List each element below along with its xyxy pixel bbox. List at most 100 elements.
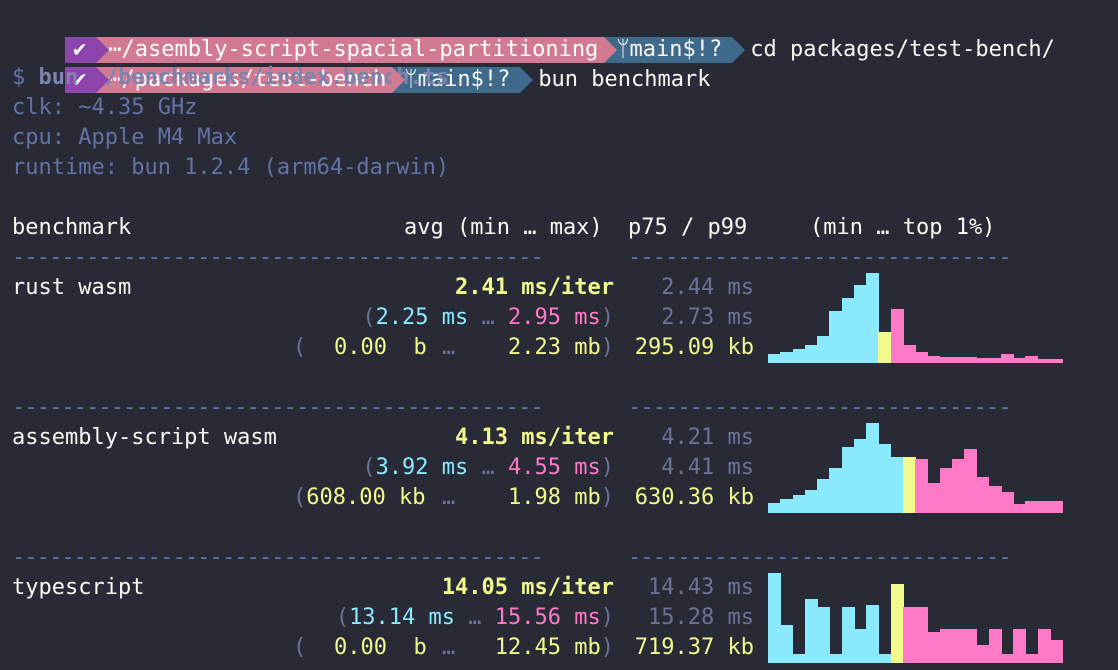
histogram-bar: [927, 483, 941, 513]
histogram-bar: [792, 654, 806, 663]
benchmark-name: rust wasm: [12, 275, 132, 300]
histogram-bar: [964, 629, 977, 663]
memory-max: 2.23 mb: [508, 335, 601, 360]
histogram-bar: [780, 352, 794, 363]
histogram-bar: [792, 495, 806, 513]
histogram-bar: [1049, 501, 1063, 513]
histogram-bar: [829, 468, 843, 513]
ellipsis: …: [442, 485, 456, 510]
histogram-bar: [902, 457, 916, 513]
header-distribution: (min … top 1%): [810, 215, 996, 240]
memory-min: 0.00 b: [334, 335, 427, 360]
histogram-bar: [804, 345, 818, 363]
histogram-bar: [976, 477, 990, 513]
histogram-bar: [866, 605, 879, 663]
min-max-range: (2.25 ms … 2.95 ms): [362, 305, 614, 330]
clock-info: clk: ~4.35 GHz: [12, 95, 198, 120]
histogram-bar: [1025, 501, 1039, 513]
histogram-bar: [1025, 654, 1039, 663]
runtime-info: runtime: bun 1.2.4 (arm64-darwin): [12, 155, 450, 180]
histogram-bar: [1037, 629, 1051, 663]
min-time: 3.92 ms: [375, 455, 469, 480]
histogram-bar: [878, 654, 892, 663]
histogram-bar: [988, 629, 1002, 663]
histogram-bar: [841, 298, 855, 363]
histogram: [768, 423, 1063, 513]
histogram-bar: [902, 345, 916, 363]
separator-left: ----------------------------------------…: [12, 545, 544, 570]
histogram-bar: [1025, 356, 1039, 363]
separator-right: -------------------------------: [628, 245, 1012, 270]
histogram-bar: [768, 503, 781, 513]
histogram-bar: [768, 354, 781, 363]
memory-p-value: 630.36 kb: [634, 485, 754, 510]
histogram-bar: [890, 584, 904, 663]
prompt-command: bun benchmark: [538, 67, 711, 92]
memory-range-open: (: [293, 635, 307, 660]
memory-p-value: 295.09 kb: [634, 335, 754, 360]
avg-time: 14.05 ms/iter: [441, 575, 614, 600]
histogram-bar: [951, 459, 965, 513]
memory-max-group: 2.23 mb): [508, 335, 614, 360]
histogram-bar: [890, 309, 904, 363]
histogram-bar: [841, 607, 855, 663]
avg-time: 2.41 ms/iter: [455, 275, 614, 300]
ellipsis: …: [442, 635, 456, 660]
ellipsis: …: [442, 335, 456, 360]
memory-max-group: 12.45 mb): [494, 635, 614, 660]
histogram-bar: [1037, 359, 1051, 363]
histogram-bar: [902, 607, 916, 663]
histogram-bar: [780, 625, 794, 663]
separator-left: ----------------------------------------…: [12, 245, 544, 270]
histogram-bar: [951, 357, 965, 363]
dollar-sign: $: [12, 65, 26, 90]
histogram-bar: [804, 599, 818, 663]
terminal-window[interactable]: ✔ ⋯/asembly-script-spacial-partitioning ᛘm…: [0, 0, 1118, 670]
histogram-bar: [1049, 640, 1063, 663]
separator-right: -------------------------------: [628, 395, 1012, 420]
histogram-bar: [853, 285, 867, 363]
histogram-bar: [927, 356, 941, 363]
histogram-bar: [1013, 358, 1026, 363]
min-max-range: (13.14 ms … 15.56 ms): [335, 605, 614, 630]
min-max-range: (3.92 ms … 4.55 ms): [362, 455, 614, 480]
histogram-bar: [939, 468, 953, 513]
memory-max: 1.98 mb: [508, 485, 601, 510]
max-time: 15.56 ms: [494, 605, 601, 630]
memory-p-value: 719.37 kb: [634, 635, 754, 660]
histogram-bar: [866, 273, 879, 363]
histogram-bar: [1013, 504, 1026, 513]
histogram-bar: [878, 444, 892, 513]
histogram-bar: [768, 573, 781, 663]
max-time: 2.95 ms: [508, 305, 601, 330]
histogram-bar: [878, 332, 892, 363]
p75-value: 4.21 ms: [661, 425, 754, 450]
run-command-line: $ bun ./benchmarks/index.bench.ts: [12, 63, 449, 93]
p75-value: 2.44 ms: [661, 275, 754, 300]
histogram-bar: [951, 629, 965, 663]
histogram-bar: [915, 459, 928, 513]
histogram-bar: [939, 629, 953, 663]
benchmark-name: assembly-script wasm: [12, 425, 277, 450]
histogram: [768, 573, 1063, 663]
histogram-bar: [988, 486, 1002, 513]
header-avg: avg (min … max): [404, 215, 603, 240]
p75-value: 14.43 ms: [648, 575, 754, 600]
histogram-bar: [1000, 354, 1014, 363]
histogram-bar: [792, 349, 806, 363]
histogram-bar: [1049, 359, 1063, 363]
histogram-bar: [817, 336, 830, 363]
p99-value: 15.28 ms: [648, 605, 754, 630]
histogram-bar: [1000, 492, 1014, 513]
min-time: 2.25 ms: [375, 305, 469, 330]
histogram-bar: [915, 352, 928, 363]
p99-value: 4.41 ms: [661, 455, 754, 480]
histogram-bar: [1037, 501, 1051, 513]
histogram: [768, 273, 1063, 363]
histogram-bar: [780, 499, 794, 513]
benchmark-name: typescript: [12, 575, 145, 600]
histogram-bar: [1013, 629, 1026, 663]
memory-min: 0.00 b: [334, 635, 427, 660]
header-percentiles: p75 / p99: [628, 215, 748, 240]
histogram-bar: [841, 447, 855, 513]
